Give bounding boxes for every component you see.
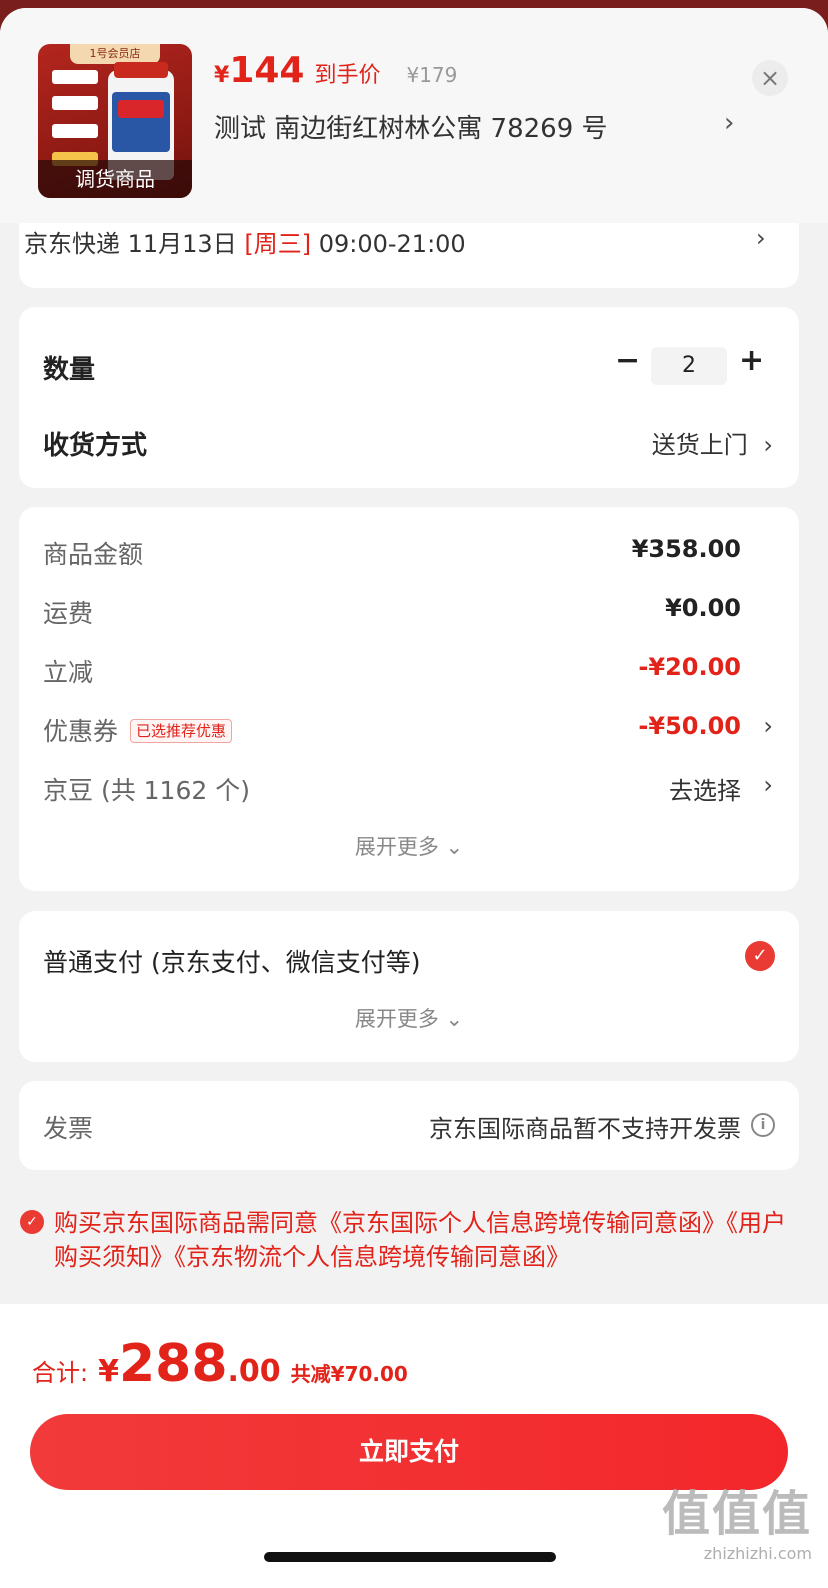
freight-value: ¥0.00	[665, 594, 741, 622]
instant-discount-label: 立减	[43, 658, 94, 687]
brand-label	[118, 100, 164, 118]
quantity-decrease-button[interactable]: −	[615, 343, 640, 378]
coupon-value: -¥50.00	[638, 712, 741, 740]
total-integer: 288	[118, 1334, 228, 1394]
chevron-right-icon[interactable]: ›	[763, 771, 773, 799]
check-icon[interactable]: ✓	[745, 941, 775, 971]
delivery-time[interactable]: 京东快递 11月13日 [周三] 09:00-21:00	[24, 224, 466, 259]
final-price: 144	[229, 50, 305, 91]
expand-more-button[interactable]: 展开更多 ⌄	[19, 831, 799, 861]
payment-card: 普通支付 (京东支付、微信支付等) ✓ 展开更多 ⌄	[19, 911, 799, 1062]
goods-amount-value: ¥358.00	[631, 535, 741, 563]
close-button[interactable]: ×	[752, 60, 788, 96]
coupon-label-group: 优惠券 已选推荐优惠	[43, 712, 233, 748]
instant-discount-row: 立减 -¥20.00	[43, 653, 741, 693]
promo-label	[52, 124, 98, 138]
shipping-method-text: 送货上门	[651, 431, 748, 459]
goods-amount-label: 商品金额	[43, 540, 144, 569]
quantity-increase-button[interactable]: +	[739, 343, 764, 378]
info-icon[interactable]: i	[751, 1113, 775, 1137]
price-symbol: ¥	[214, 63, 230, 88]
instant-discount-value: -¥20.00	[638, 653, 741, 681]
jingdou-label: 京豆 (共 1162 个)	[43, 776, 250, 805]
payment-method-label[interactable]: 普通支付 (京东支付、微信支付等)	[43, 943, 420, 979]
agreement-notice: ✓ 购买京东国际商品需同意《京东国际个人信息跨境传输同意函》《用户购买须知》《京…	[20, 1206, 800, 1274]
delivery-weekday: [周三]	[244, 230, 312, 258]
order-sheet: 1号会员店 调货商品 ¥ 144 到手价 ¥179 测试 南边街红树林公寓 78…	[0, 8, 828, 1588]
jingdou-select[interactable]: 去选择	[669, 771, 741, 806]
product-caption: 调货商品	[38, 160, 192, 198]
original-price: ¥179	[406, 63, 458, 87]
delivery-window: 09:00-21:00	[311, 230, 466, 258]
total-symbol: ¥	[98, 1354, 119, 1389]
product-thumbnail[interactable]: 1号会员店 调货商品	[38, 44, 192, 198]
quantity-label: 数量	[43, 355, 96, 385]
jingdou-row[interactable]: 京豆 (共 1162 个) 去选择 ›	[43, 771, 773, 811]
shipping-method-value[interactable]: 送货上门 ›	[652, 425, 773, 460]
coupon-row[interactable]: 优惠券 已选推荐优惠 -¥50.00 ›	[43, 712, 773, 752]
total-savings: 共减¥70.00	[290, 1362, 408, 1386]
invoice-card: 发票 京东国际商品暂不支持开发票 i	[19, 1081, 799, 1170]
order-header: 1号会员店 调货商品 ¥ 144 到手价 ¥179 测试 南边街红树林公寓 78…	[0, 8, 828, 223]
freight-label: 运费	[43, 599, 94, 628]
total-label: 合计:	[32, 1359, 89, 1387]
checkout-bar: 合计: ¥ 288 .00 共减¥70.00 立即支付 值值值 zhizhizh…	[0, 1304, 828, 1588]
delivery-address[interactable]: 测试 南边街红树林公寓 78269 号	[214, 108, 608, 145]
agreement-text: 购买京东国际商品需同意《京东国际个人信息跨境传输同意函》《用户购买须知》《京东物…	[20, 1206, 800, 1274]
coupon-label: 优惠券	[43, 717, 119, 746]
home-indicator[interactable]	[264, 1552, 556, 1562]
promo-label	[52, 70, 98, 84]
watermark-logo: 值值值	[661, 1486, 812, 1542]
price-summary-card: 商品金额 ¥358.00 运费 ¥0.00 立减 -¥20.00 优惠券 已选推荐…	[19, 507, 799, 891]
invoice-value: 京东国际商品暂不支持开发票	[429, 1115, 741, 1143]
shipping-method-label: 收货方式	[43, 431, 148, 461]
promo-label	[52, 96, 98, 110]
agreement-prefix: 购买京东国际商品需同意	[54, 1209, 318, 1237]
final-price-tag: 到手价	[314, 63, 381, 88]
bottle-cap	[114, 62, 168, 78]
site-watermark: 值值值 zhizhizhi.com	[662, 1474, 812, 1563]
order-total: 合计: ¥ 288 .00 共减¥70.00	[32, 1334, 408, 1394]
agreement-check-icon[interactable]: ✓	[20, 1210, 44, 1234]
quantity-card: 数量 − 2 + 收货方式 送货上门 ›	[19, 307, 799, 488]
invoice-label: 发票	[43, 1114, 94, 1143]
expand-more-button[interactable]: 展开更多 ⌄	[19, 1003, 799, 1033]
quantity-input[interactable]: 2	[651, 347, 727, 385]
chevron-right-icon: ›	[763, 431, 773, 459]
freight-row: 运费 ¥0.00	[43, 594, 741, 634]
delivery-date: 京东快递 11月13日	[24, 230, 245, 258]
coupon-recommended-badge: 已选推荐优惠	[130, 719, 233, 743]
chevron-right-icon[interactable]: ›	[763, 712, 773, 740]
chevron-right-icon[interactable]: ›	[756, 224, 766, 252]
goods-amount-row: 商品金额 ¥358.00	[43, 535, 741, 575]
total-decimal: .00	[227, 1354, 281, 1389]
watermark-site: zhizhizhi.com	[703, 1544, 812, 1563]
price-row: ¥ 144 到手价 ¥179	[214, 50, 457, 91]
store-tag: 1号会员店	[70, 44, 160, 64]
chevron-right-icon[interactable]: ›	[724, 108, 734, 138]
